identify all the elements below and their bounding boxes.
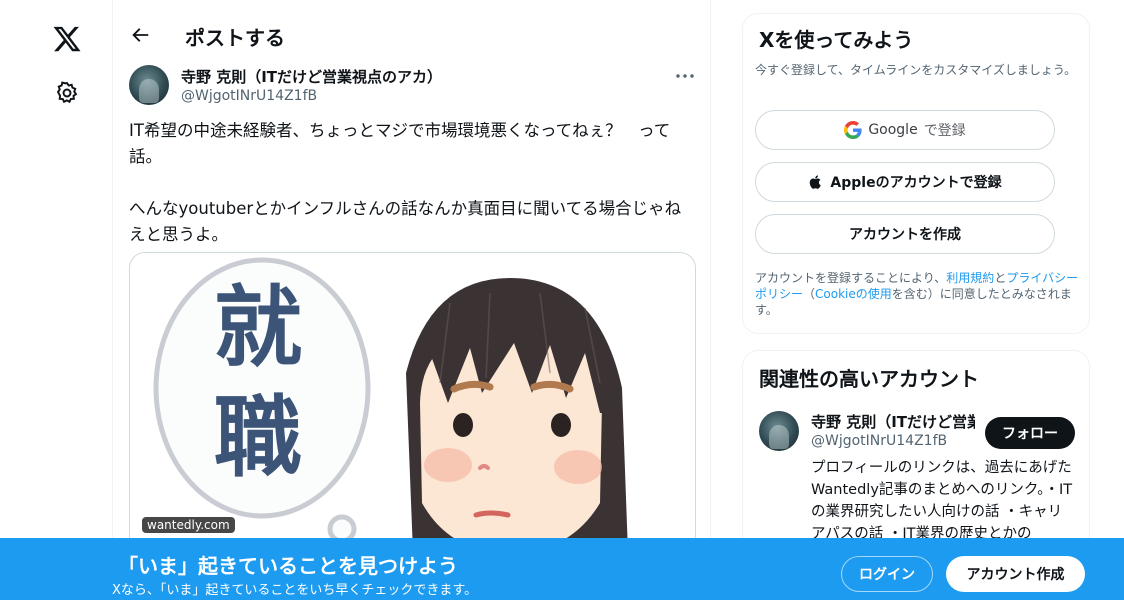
legal-paren: （ bbox=[803, 287, 816, 301]
nose bbox=[478, 464, 490, 470]
left-nav bbox=[0, 0, 112, 600]
main-column: ポストする 寺野 克則（ITだけど営業視点のアカ） @WjgotINrU14Z1… bbox=[112, 0, 711, 600]
related-handle[interactable]: @WjgotINrU14Z1fB bbox=[811, 433, 947, 449]
more-dots-icon[interactable] bbox=[673, 66, 697, 86]
related-bio: プロフィールのリンクは、過去にあげたWantedly記事のまとめへのリンク。・I… bbox=[811, 460, 1073, 542]
arrow-left-icon[interactable] bbox=[129, 24, 151, 46]
gear-icon[interactable] bbox=[54, 80, 80, 106]
cheek-right bbox=[554, 450, 602, 484]
post-paragraph-1: IT希望の中途未経験者、ちょっとマジで市場環境悪くなってねぇ？ って話。 bbox=[129, 121, 671, 166]
author-name[interactable]: 寺野 克則（ITだけど営業視点のアカ） bbox=[181, 66, 442, 87]
google-icon bbox=[844, 121, 862, 139]
related-name[interactable]: 寺野 克則（ITだけど営業視点のアカ） bbox=[811, 411, 975, 432]
related-avatar[interactable] bbox=[759, 411, 799, 451]
page-header: ポストする bbox=[113, 0, 711, 72]
apple-signup-button[interactable]: Appleのアカウントで登録 bbox=[755, 162, 1055, 202]
eye-left bbox=[453, 413, 473, 437]
related-title: 関連性の高いアカウント bbox=[759, 367, 979, 391]
post-text: IT希望の中途未経験者、ちょっとマジで市場環境悪くなってねぇ？ って話。 へんな… bbox=[129, 118, 697, 274]
apple-label: Appleのアカウントで登録 bbox=[830, 175, 1002, 191]
mouth bbox=[473, 510, 511, 518]
terms-link[interactable]: 利用規約 bbox=[946, 271, 994, 285]
signup-button[interactable]: アカウント作成 bbox=[946, 556, 1085, 592]
create-account-button[interactable]: アカウントを作成 bbox=[755, 214, 1055, 254]
legal-text-1: アカウントを登録することにより、 bbox=[755, 271, 947, 285]
google-signup-button[interactable]: Google で登録 bbox=[755, 110, 1055, 150]
follow-button[interactable]: フォロー bbox=[985, 417, 1075, 449]
signup-banner: 「いま」起きていることを見つけよう Xなら、「いま」起きていることをいち早くチェ… bbox=[0, 538, 1124, 600]
post-paragraph-2: へんなyoutuberとかインフルさんの話なんか真面目に聞いてる場合じゃねえと思… bbox=[129, 199, 682, 244]
create-account-label: アカウントを作成 bbox=[849, 227, 961, 243]
signup-title: Xを使ってみよう bbox=[759, 28, 914, 52]
legal-and: と bbox=[994, 271, 1007, 285]
post-media[interactable]: 就 職 wantedly.com bbox=[129, 252, 696, 552]
banner-subtitle: Xなら、「いま」起きていることをいち早くチェックできます。 bbox=[112, 583, 478, 598]
cookie-link[interactable]: Cookieの使用 bbox=[815, 287, 892, 301]
bubble-char-1: 就 bbox=[214, 276, 302, 379]
signup-subtitle: 今すぐ登録して、タイムラインをカスタマイズしましょう。 bbox=[755, 63, 1077, 77]
signup-card: Xを使ってみよう 今すぐ登録して、タイムラインをカスタマイズしましょう。 Goo… bbox=[742, 13, 1090, 334]
google-suffix: で登録 bbox=[923, 123, 966, 139]
avatar[interactable] bbox=[129, 65, 169, 105]
legal-text: アカウントを登録することにより、利用規約とプライバシーポリシー（Cookieの使… bbox=[755, 270, 1083, 318]
apple-icon bbox=[810, 175, 822, 189]
bubble-char-2: 職 bbox=[214, 386, 302, 489]
illustration-image: 就 職 bbox=[153, 257, 628, 551]
page-title: ポストする bbox=[185, 26, 285, 50]
eye-right bbox=[551, 413, 571, 437]
author-handle[interactable]: @WjgotINrU14Z1fB bbox=[181, 88, 317, 104]
google-label: Google bbox=[868, 122, 918, 138]
media-source-label: wantedly.com bbox=[142, 517, 235, 533]
login-button[interactable]: ログイン bbox=[841, 556, 933, 592]
x-logo-icon[interactable] bbox=[52, 24, 82, 54]
cheek-left bbox=[424, 448, 472, 482]
banner-title: 「いま」起きていることを見つけよう bbox=[118, 554, 458, 578]
